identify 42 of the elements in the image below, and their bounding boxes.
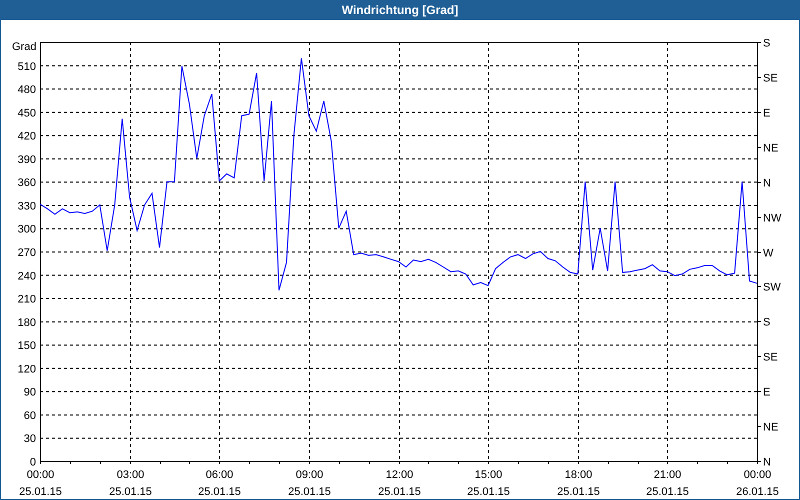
y-tick-label: 360: [18, 177, 36, 190]
x-tick-label: 12:00 25.01.15: [378, 469, 421, 498]
x-tick-label: 03:00 25.01.15: [109, 469, 152, 498]
compass-label: N: [763, 178, 771, 190]
y-tick-label: 210: [18, 294, 36, 306]
y-tick-label: 90: [24, 386, 36, 399]
compass-label: N: [763, 456, 771, 468]
y-tick-label: 120: [18, 363, 36, 376]
x-tick-label: 00:00 26.01.15: [736, 469, 779, 498]
x-tick-label: 18:00 25.01.15: [557, 469, 600, 498]
y-tick-label: 390: [18, 154, 36, 166]
y-tick-label: 300: [18, 224, 36, 236]
x-tick-label: 09:00 25.01.15: [288, 469, 331, 498]
y-tick-label: 420: [18, 130, 36, 143]
compass-label: S: [763, 38, 770, 50]
x-tick-label: 06:00 25.01.15: [198, 469, 241, 498]
y-tick-label: 30: [24, 433, 36, 446]
y-tick-label: 0: [30, 456, 36, 468]
y-tick-label: 270: [18, 247, 36, 259]
y-tick-label: 150: [18, 340, 36, 352]
y-tick-label: 180: [18, 316, 36, 329]
y-tick-label: 480: [18, 84, 36, 96]
y-tick-label: 510: [18, 60, 36, 73]
x-tick-label: 21:00 25.01.15: [646, 469, 689, 498]
y-axis-label: Grad: [12, 41, 36, 53]
x-tick-label: 15:00 25.01.15: [467, 469, 510, 498]
compass-label: E: [763, 108, 770, 120]
compass-label: SE: [763, 72, 778, 84]
window-title: Windrichtung [Grad]: [342, 2, 458, 19]
compass-label: SW: [763, 282, 781, 294]
y-tick-label: 240: [18, 270, 36, 282]
y-tick-label: 450: [18, 107, 36, 120]
y-tick-label: 330: [18, 200, 36, 212]
x-tick-label: 00:00 25.01.15: [19, 469, 62, 498]
compass-label: E: [763, 386, 770, 398]
y-tick-label: 60: [24, 410, 36, 422]
compass-label: NE: [763, 422, 778, 434]
compass-label: SE: [763, 352, 778, 364]
compass-label: W: [763, 248, 774, 260]
compass-label: NW: [763, 212, 782, 224]
compass-label: NE: [763, 142, 778, 154]
compass-label: S: [763, 316, 770, 328]
